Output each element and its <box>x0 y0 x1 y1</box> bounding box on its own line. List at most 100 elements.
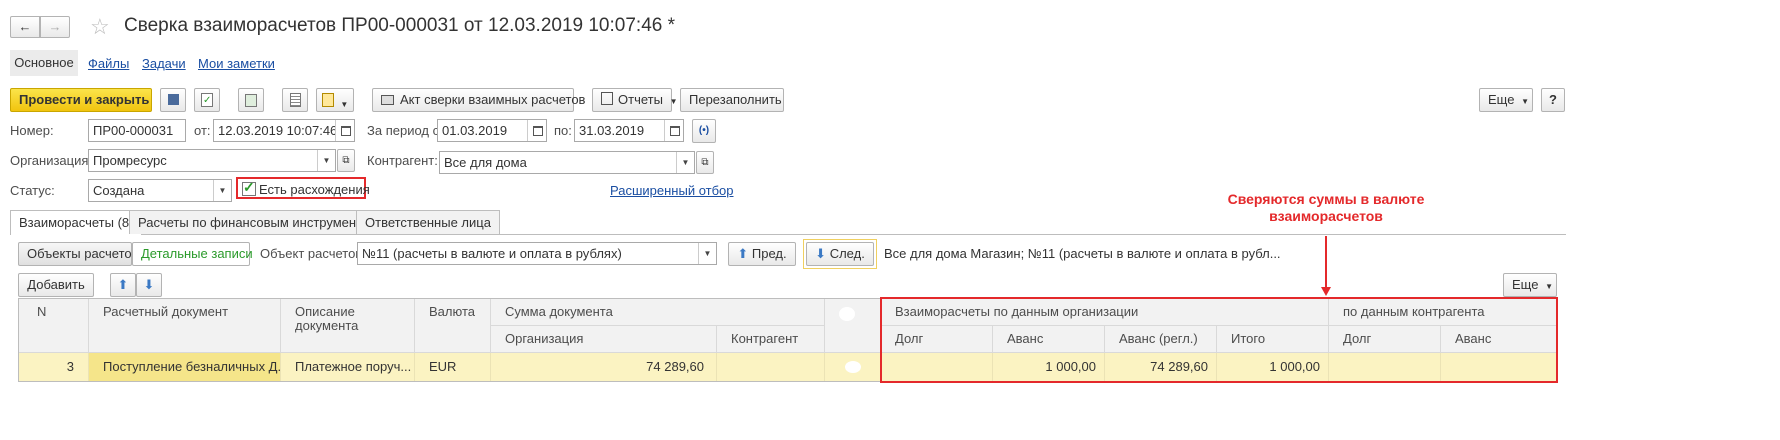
blob-icon <box>839 307 855 321</box>
discrepancy-checkbox[interactable]: ✓ <box>242 179 256 196</box>
post-button[interactable]: ✓ <box>194 88 220 112</box>
move-down-button[interactable]: ⬇ <box>136 273 162 297</box>
number-label: Номер: <box>10 123 54 138</box>
printer-icon <box>381 95 394 105</box>
col-n[interactable]: N <box>19 299 89 353</box>
settlement-object-field[interactable]: №11 (расчеты в валюте и оплата в рублях)… <box>357 242 717 265</box>
chevron-down-icon: ▼ <box>1521 97 1529 106</box>
contractor-field[interactable]: Все для дома ▼ <box>439 151 695 174</box>
cell-icon[interactable] <box>825 353 881 381</box>
page-title: Сверка взаиморасчетов ПР00-000031 от 12.… <box>124 15 675 36</box>
period-to-field[interactable]: 31.03.2019 <box>574 119 684 142</box>
prev-button[interactable]: ⬆ Пред. <box>728 242 796 266</box>
date-label: от: <box>194 123 211 138</box>
contractor-label: Контрагент: <box>367 153 438 168</box>
object-info-text: Все для дома Магазин; №11 (расчеты в вал… <box>884 246 1281 261</box>
chevron-down-icon: ▼ <box>1545 282 1553 291</box>
refill-button[interactable]: Перезаполнить <box>680 88 784 112</box>
arrow-right-icon: → <box>48 19 62 34</box>
open-organization-button[interactable]: ⧉ <box>337 149 355 172</box>
settlement-objects-button[interactable]: Объекты расчетов <box>18 242 139 266</box>
calendar-icon[interactable] <box>527 120 546 141</box>
open-contractor-button[interactable]: ⧉ <box>696 151 714 174</box>
nav-tab-notes[interactable]: Мои заметки <box>198 56 275 71</box>
table-more-button[interactable]: Еще ▼ <box>1503 273 1557 297</box>
add-button[interactable]: Добавить <box>18 273 94 297</box>
nav-tab-files[interactable]: Файлы <box>88 56 129 71</box>
tab-financial-instruments[interactable]: Расчеты по финансовым инструментам <box>129 210 388 234</box>
extended-filter-link[interactable]: Расширенный отбор <box>610 183 734 198</box>
col-document[interactable]: Расчетный документ <box>89 299 281 353</box>
move-up-button[interactable]: ⬆ <box>110 273 136 297</box>
arrow-up-icon: ⬆ <box>117 277 129 292</box>
annotation-text: Сверяются суммы в валюте взаиморасчетов <box>1196 191 1456 225</box>
document-create-icon <box>321 93 334 107</box>
period-from-field[interactable]: 01.03.2019 <box>437 119 547 142</box>
cell-sum-contractor[interactable] <box>717 353 825 381</box>
settlement-object-label: Объект расчетов: <box>260 246 366 261</box>
period-select-button[interactable]: (•) <box>692 119 716 143</box>
forward-button[interactable]: → <box>40 16 70 38</box>
organization-label: Организация: <box>10 153 93 168</box>
create-based-button[interactable]: ▼ <box>316 88 354 112</box>
detailed-records-button[interactable]: Детальные записи <box>132 242 253 266</box>
back-button[interactable]: ← <box>10 16 40 38</box>
date-field[interactable]: 12.03.2019 10:07:46 <box>213 119 355 142</box>
arrow-down-icon: ⬇ <box>815 246 827 261</box>
chevron-down-icon[interactable]: ▼ <box>213 180 231 201</box>
status-field[interactable]: Создана ▼ <box>88 179 232 202</box>
annotation-line-1: Сверяются суммы в валюте <box>1227 191 1425 207</box>
next-button[interactable]: ⬇ След. <box>806 242 874 266</box>
document-check-icon: ✓ <box>201 93 213 107</box>
tab-line <box>10 234 1566 235</box>
chevron-down-icon[interactable]: ▼ <box>676 152 694 173</box>
chevron-down-icon[interactable]: ▼ <box>698 243 716 264</box>
floppy-icon <box>167 94 179 105</box>
status-label: Статус: <box>10 183 55 198</box>
discrepancy-label[interactable]: Есть расхождения <box>259 178 370 201</box>
col-description[interactable]: Описание документа <box>281 299 415 353</box>
tab-responsible-persons[interactable]: Ответственные лица <box>356 210 500 234</box>
nav-tab-main[interactable]: Основное <box>10 50 78 76</box>
period-to-label: по: <box>554 123 572 138</box>
period-icon: (•) <box>698 125 710 136</box>
cell-document[interactable]: Поступление безналичных Д... <box>89 353 281 381</box>
col-sum-document[interactable]: Сумма документа <box>491 299 825 326</box>
chevron-down-icon: ▼ <box>669 97 678 106</box>
copy-icon <box>245 94 257 107</box>
open-icon: ⧉ <box>342 155 350 166</box>
checkmark-icon: ✓ <box>243 179 255 195</box>
arrow-left-icon: ← <box>18 19 32 34</box>
chevron-down-icon[interactable]: ▼ <box>317 150 335 171</box>
save-button[interactable] <box>160 88 186 112</box>
cell-n[interactable]: 3 <box>19 353 89 381</box>
cell-description[interactable]: Платежное поруч... <box>281 353 415 381</box>
list-button[interactable] <box>282 88 308 112</box>
cell-currency[interactable]: EUR <box>415 353 491 381</box>
arrow-up-icon: ⬆ <box>737 246 749 261</box>
col-currency[interactable]: Валюта <box>415 299 491 353</box>
annotation-line-2: взаиморасчетов <box>1269 208 1383 224</box>
star-icon[interactable]: ☆ <box>90 14 110 40</box>
calendar-icon[interactable] <box>664 120 683 141</box>
tab-settlements[interactable]: Взаиморасчеты (8) <box>10 210 143 235</box>
settlement-columns-highlight <box>880 297 1558 383</box>
cell-sum-organization[interactable]: 74 289,60 <box>491 353 717 381</box>
organization-field[interactable]: Промресурс ▼ <box>88 149 336 172</box>
help-button[interactable]: ? <box>1541 88 1565 112</box>
more-button[interactable]: Еще ▼ <box>1479 88 1533 112</box>
list-icon <box>289 93 301 107</box>
col-icon[interactable] <box>825 299 881 353</box>
nav-tab-tasks[interactable]: Задачи <box>142 56 186 71</box>
chevron-down-icon: ▼ <box>340 100 349 109</box>
reports-button[interactable]: Отчеты ▼ <box>592 88 677 112</box>
col-sum-contractor[interactable]: Контрагент <box>717 326 825 353</box>
reconciliation-act-button[interactable]: Акт сверки взаимных расчетов <box>372 88 585 112</box>
col-sum-organization[interactable]: Организация <box>491 326 717 353</box>
open-icon: ⧉ <box>701 157 709 168</box>
calendar-icon[interactable] <box>335 120 354 141</box>
number-field[interactable]: ПР00-000031 <box>88 119 186 142</box>
post-and-close-button[interactable]: Провести и закрыть <box>10 88 152 112</box>
copy-button[interactable] <box>238 88 264 112</box>
blob-icon <box>845 361 861 373</box>
